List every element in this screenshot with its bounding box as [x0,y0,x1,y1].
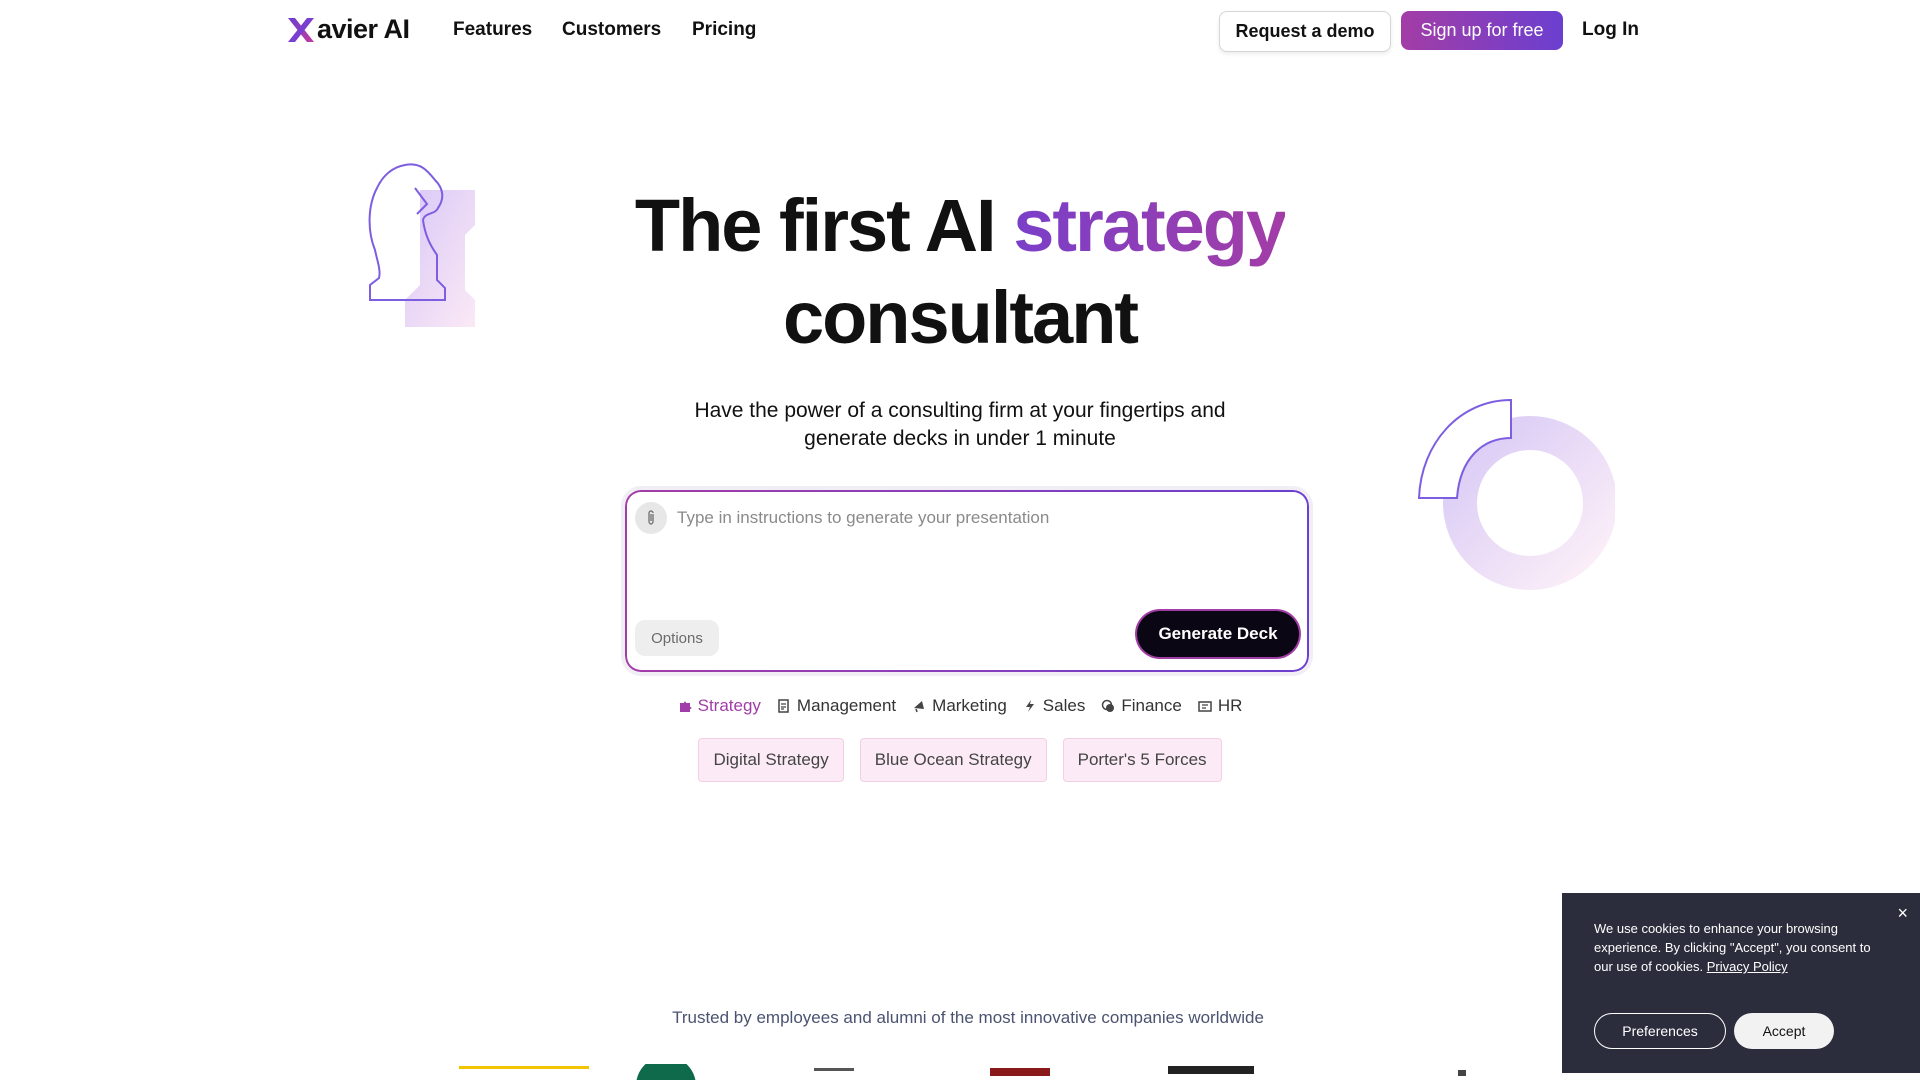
paperclip-icon [648,510,654,525]
category-label: Finance [1121,696,1182,715]
close-icon[interactable]: × [1897,903,1908,924]
prompt-box: Options Generate Deck [625,490,1309,672]
category-tab-sales[interactable]: Sales [1023,696,1086,716]
category-label: Strategy [697,696,761,715]
logo-x-icon [288,17,314,42]
category-tab-strategy[interactable]: Strategy [678,696,761,716]
generate-deck-button[interactable]: Generate Deck [1137,611,1299,657]
prompt-input[interactable] [677,506,1277,530]
category-label: Management [796,696,897,715]
hero-subtitle-line2: generate decks in under 1 minute [804,427,1116,450]
document-icon [778,699,789,713]
logo-text: avier AI [317,14,410,44]
puzzle-icon [679,701,692,712]
signup-button[interactable]: Sign up for free [1401,11,1563,50]
category-tab-hr[interactable]: HR [1198,696,1243,716]
hero-title: The first AI strategy consultant [0,180,1920,364]
preferences-button[interactable]: Preferences [1594,1013,1726,1049]
top-nav: avier AI Features Customers Pricing Requ… [0,0,1920,62]
megaphone-icon [914,701,925,713]
cookie-banner: × We use cookies to enhance your browsin… [1562,893,1920,1073]
hero-subtitle: Have the power of a consulting firm at y… [0,397,1920,453]
category-label: HR [1217,696,1243,715]
suggestion-chip-blue-ocean[interactable]: Blue Ocean Strategy [859,738,1047,782]
hero-title-part2: consultant [782,276,1139,359]
suggestion-chip-digital-strategy[interactable]: Digital Strategy [698,738,844,782]
category-tab-management[interactable]: Management [777,696,896,716]
category-tab-finance[interactable]: Finance [1101,696,1182,716]
hero-title-accent: strategy [1013,184,1287,267]
accept-button[interactable]: Accept [1734,1013,1834,1049]
hero-title-part1: The first AI [634,184,1014,267]
nav-link-customers[interactable]: Customers [562,19,661,41]
people-icon [1198,701,1212,712]
attach-button[interactable] [635,502,667,534]
coins-icon [1102,699,1115,712]
login-link[interactable]: Log In [1582,19,1639,41]
nav-link-features[interactable]: Features [453,19,532,41]
options-button[interactable]: Options [635,620,719,656]
category-tab-marketing[interactable]: Marketing [912,696,1007,716]
lightning-icon [1025,700,1034,712]
category-tabs: Strategy Management Marketing Sales Fina… [0,696,1920,716]
suggestion-chips: Digital Strategy Blue Ocean Strategy Por… [0,738,1920,782]
category-label: Marketing [932,696,1007,715]
category-label: Sales [1042,696,1086,715]
hero-subtitle-line1: Have the power of a consulting firm at y… [694,399,1226,422]
request-demo-button[interactable]: Request a demo [1219,11,1391,52]
nav-link-pricing[interactable]: Pricing [692,19,756,41]
privacy-policy-link[interactable]: Privacy Policy [1707,959,1788,974]
prompt-container: Options Generate Deck [621,486,1313,676]
cookie-text: We use cookies to enhance your browsing … [1594,919,1874,976]
logo[interactable]: avier AI [286,14,410,45]
suggestion-chip-porters[interactable]: Porter's 5 Forces [1062,738,1222,782]
